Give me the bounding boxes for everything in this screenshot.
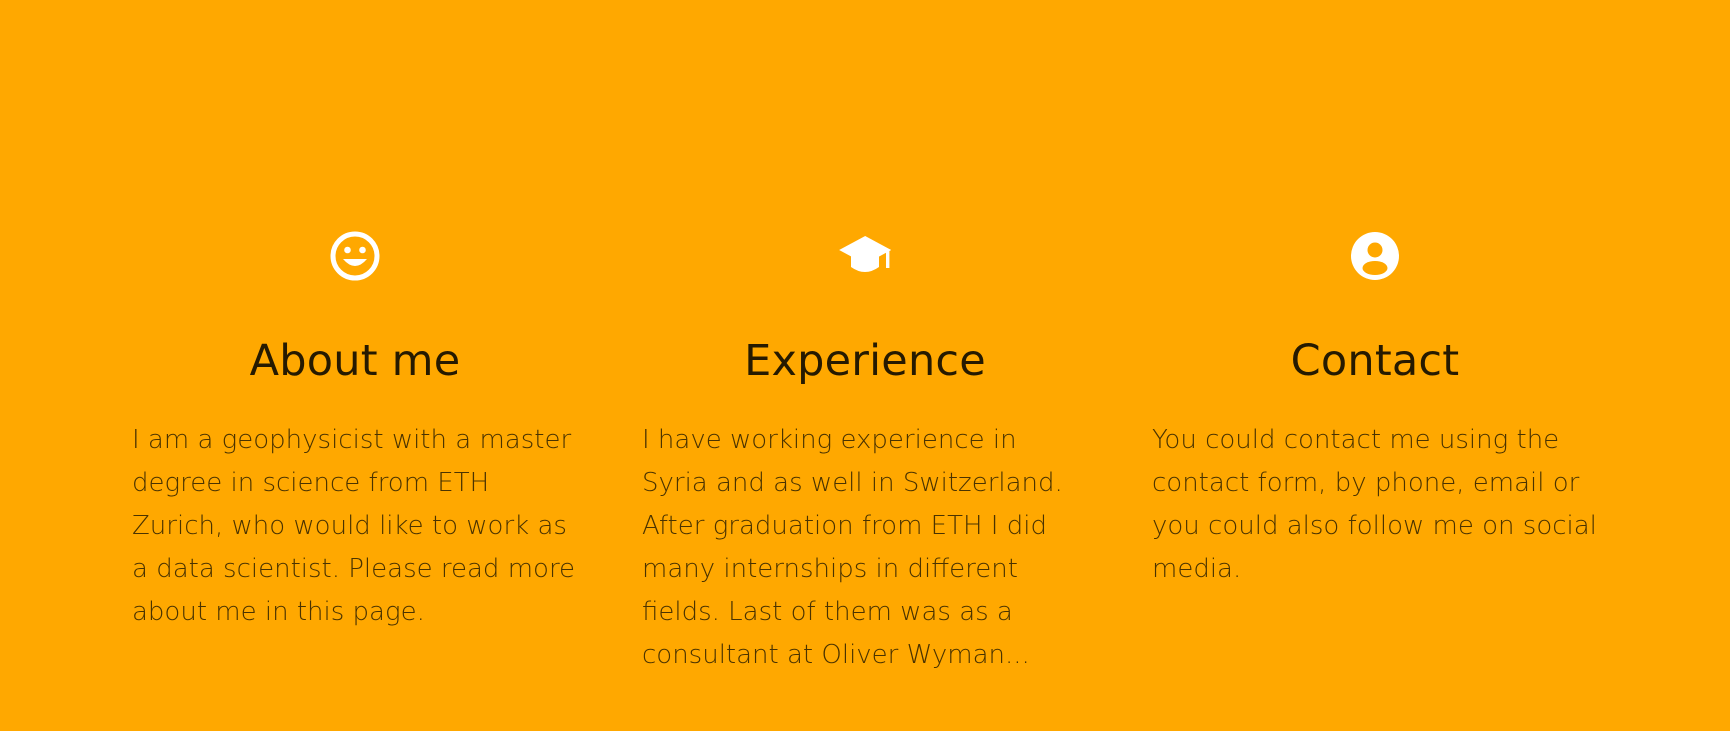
smiley-face-icon xyxy=(330,231,380,281)
feature-icon-wrapper xyxy=(642,230,1088,282)
feature-title: Contact xyxy=(1290,336,1460,386)
feature-title: About me xyxy=(249,336,461,386)
feature-experience: Experience I have working experience in … xyxy=(642,230,1088,677)
features-section: About me I am a geophysicist with a mast… xyxy=(0,230,1730,677)
feature-contact: Contact You could contact me using the c… xyxy=(1152,230,1598,677)
feature-description: You could contact me using the contact f… xyxy=(1152,425,1597,585)
feature-title: Experience xyxy=(744,336,986,386)
graduation-cap-icon xyxy=(839,236,891,272)
feature-icon-wrapper xyxy=(1152,230,1598,282)
feature-about-me: About me I am a geophysicist with a mast… xyxy=(132,230,578,677)
feature-description: I have working experience in Syria and a… xyxy=(642,425,1063,671)
user-circle-icon xyxy=(1351,232,1399,280)
feature-description: I am a geophysicist with a master degree… xyxy=(132,425,576,628)
feature-icon-wrapper xyxy=(132,230,578,282)
